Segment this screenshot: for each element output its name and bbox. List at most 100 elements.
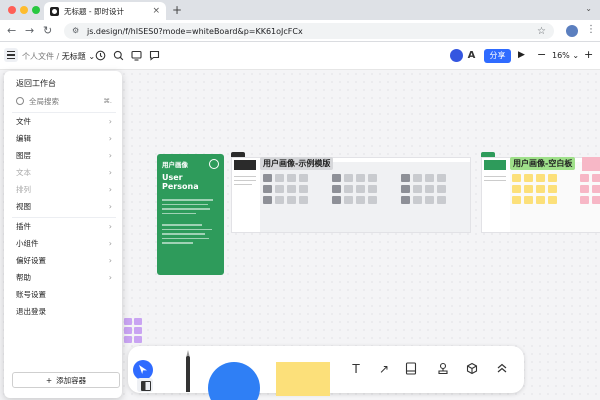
menu-item-label: 文件 — [16, 116, 31, 126]
menu-item-file[interactable]: 文件 › — [16, 114, 112, 128]
zoom-window-button[interactable] — [32, 6, 40, 14]
connector-tool-icon[interactable]: ↗ — [377, 362, 391, 376]
main-menu: 返回工作台 全局搜索 ⌘. 文件 › 编辑 › 图层 › 文本 › 排列 › 视图 › 插件… — [4, 71, 122, 398]
text-style-icon[interactable]: A — [466, 50, 477, 61]
new-tab-button[interactable]: + — [172, 3, 182, 17]
chevron-right-icon: › — [108, 238, 112, 248]
zoom-level[interactable]: 16% ⌄ — [552, 51, 579, 60]
address-bar-row: ← → ↻ ⚙ js.design/f/hISES0?mode=whiteBoa… — [0, 20, 600, 42]
forward-icon[interactable]: → — [25, 24, 34, 37]
global-search[interactable]: 全局搜索 ⌘. — [12, 93, 116, 109]
browser-tab-bar: 无标题 - 即时设计 × + ⌄ — [0, 0, 600, 20]
text-tool-icon[interactable]: T — [349, 362, 363, 376]
history-icon[interactable] — [95, 50, 106, 61]
more-tools-icon[interactable] — [495, 362, 509, 376]
menu-item-logout[interactable]: 退出登录 — [16, 304, 112, 318]
search-icon[interactable] — [113, 50, 124, 61]
search-shortcut: ⌘. — [103, 97, 112, 105]
chevron-right-icon: › — [108, 201, 112, 211]
chevron-right-icon: › — [108, 255, 112, 265]
stamp-tool-icon[interactable] — [436, 362, 450, 376]
template-example-label[interactable]: 用户画像-示例模版 — [260, 157, 334, 170]
select-tool-icon[interactable] — [133, 360, 153, 380]
bookmark-star-icon[interactable]: ☆ — [537, 26, 546, 37]
menu-item-label: 偏好设置 — [16, 255, 46, 265]
frame-tool-icon[interactable] — [404, 362, 418, 376]
minimize-window-button[interactable] — [20, 6, 28, 14]
menu-item-edit[interactable]: 编辑 › — [16, 131, 112, 145]
add-container-button[interactable]: + 添加容器 — [12, 372, 120, 388]
reload-icon[interactable]: ↻ — [43, 24, 52, 37]
play-icon[interactable]: ▶ — [518, 50, 525, 60]
browser-menu-icon[interactable]: ⋮ — [586, 24, 596, 35]
zoom-chevron-icon: ⌄ — [572, 51, 580, 60]
menu-item-account-settings[interactable]: 账号设置 — [16, 287, 112, 301]
menu-item-view[interactable]: 视图 › — [16, 199, 112, 213]
comment-icon[interactable] — [149, 50, 160, 61]
menu-item-plugins[interactable]: 插件 › — [16, 219, 112, 233]
menu-item-label: 编辑 — [16, 133, 31, 143]
site-info-icon[interactable]: ⚙ — [72, 26, 82, 36]
blank-cell-grid-pink — [580, 174, 600, 204]
tab-close-button[interactable]: × — [152, 6, 160, 16]
sticky-note-tool[interactable] — [276, 362, 330, 396]
url-input[interactable]: ⚙ js.design/f/hISES0?mode=whiteBoard&p=K… — [64, 23, 554, 39]
zoom-value: 16% — [552, 51, 570, 60]
user-icon — [209, 159, 219, 169]
board-header-block — [234, 160, 256, 170]
main-menu-button[interactable] — [4, 48, 18, 62]
chevron-right-icon: › — [108, 133, 112, 143]
persona-subtitle: User Persona — [162, 173, 199, 191]
breadcrumb: 个人文件 / 无标题 ⌄ — [22, 51, 95, 62]
menu-item-widgets[interactable]: 小组件 › — [16, 236, 112, 250]
chevron-right-icon: › — [108, 167, 112, 177]
browser-tab[interactable]: 无标题 - 即时设计 × — [44, 2, 166, 20]
add-container-label: 添加容器 — [56, 375, 87, 385]
global-search-placeholder: 全局搜索 — [29, 96, 59, 106]
collaborator-avatar[interactable] — [450, 49, 463, 62]
panel-toggle-icon[interactable] — [137, 378, 153, 392]
chevron-right-icon: › — [108, 116, 112, 126]
zoom-out-button[interactable]: − — [537, 48, 546, 61]
zoom-in-button[interactable]: + — [584, 48, 593, 61]
example-cell-grid — [401, 174, 446, 204]
close-window-button[interactable] — [8, 6, 16, 14]
menu-item-text[interactable]: 文本 › — [16, 165, 112, 179]
present-icon[interactable] — [131, 50, 142, 61]
profile-avatar[interactable] — [566, 25, 578, 37]
back-to-workspace[interactable]: 返回工作台 — [16, 78, 56, 89]
menu-item-layer[interactable]: 图层 › — [16, 148, 112, 162]
favicon-icon — [50, 6, 59, 16]
share-button[interactable]: 分享 — [484, 49, 511, 63]
menu-item-label: 小组件 — [16, 238, 39, 248]
persona-card[interactable]: 用户画像 User Persona — [157, 154, 224, 275]
chevron-right-icon: › — [108, 150, 112, 160]
menu-divider — [12, 217, 116, 218]
example-cell-grid — [263, 174, 308, 204]
chevron-right-icon: › — [108, 272, 112, 282]
search-icon — [16, 97, 24, 105]
menu-item-label: 账号设置 — [16, 289, 46, 299]
tab-search-icon[interactable]: ⌄ — [585, 4, 592, 13]
example-cell-grid — [332, 174, 377, 204]
breadcrumb-folder[interactable]: 个人文件 — [22, 52, 54, 61]
menu-item-label: 文本 — [16, 167, 31, 177]
menu-item-help[interactable]: 帮助 › — [16, 270, 112, 284]
menu-item-label: 退出登录 — [16, 306, 46, 316]
chevron-right-icon: › — [108, 184, 112, 194]
component-tool-icon[interactable] — [465, 362, 479, 376]
sticky-note[interactable] — [582, 157, 600, 171]
menu-item-label: 图层 — [16, 150, 31, 160]
pen-tool[interactable] — [186, 356, 190, 392]
menu-item-preferences[interactable]: 偏好设置 › — [16, 253, 112, 267]
tab-title: 无标题 - 即时设计 — [64, 6, 124, 16]
breadcrumb-separator: / — [54, 52, 62, 61]
file-name[interactable]: 无标题 — [62, 52, 86, 61]
template-blank-label[interactable]: 用户画像-空白板 — [510, 157, 576, 170]
menu-item-label: 视图 — [16, 201, 31, 211]
menu-item-arrange[interactable]: 排列 › — [16, 182, 112, 196]
plus-icon: + — [45, 375, 53, 385]
menu-item-label: 排列 — [16, 184, 31, 194]
blank-cell-grid — [512, 174, 557, 204]
back-icon[interactable]: ← — [7, 24, 16, 37]
